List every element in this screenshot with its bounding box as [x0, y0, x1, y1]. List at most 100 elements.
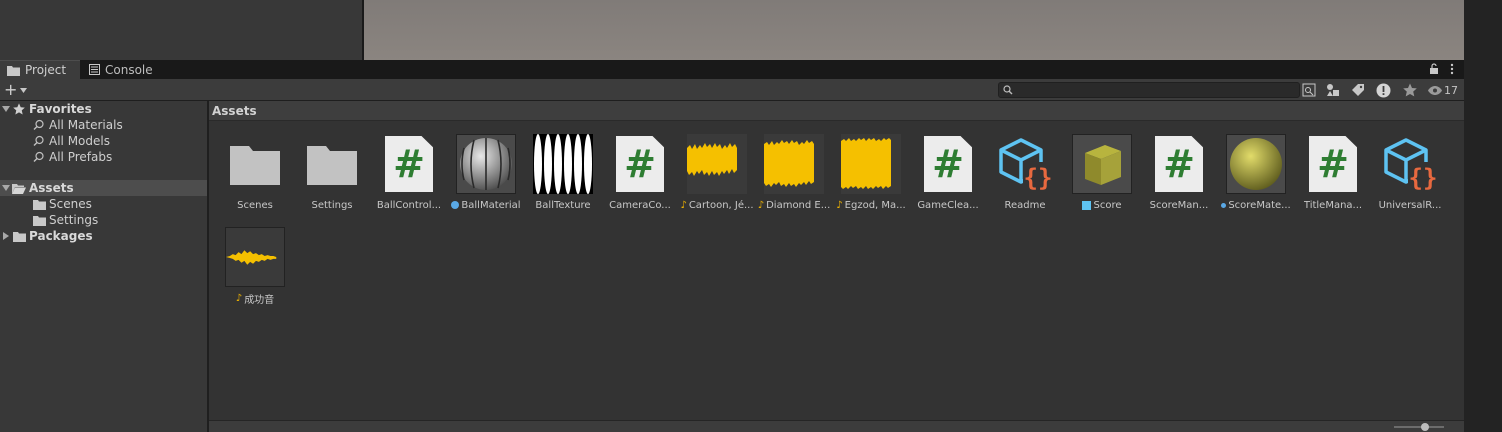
search-icon — [32, 150, 46, 164]
asset-label: BallTexture — [535, 199, 591, 211]
material-sphere-icon — [1226, 134, 1286, 194]
zoom-slider-handle[interactable] — [1421, 423, 1429, 431]
audio-clip-icon: ♪ — [680, 199, 687, 211]
tree-item-all-prefabs[interactable]: All Prefabs — [0, 149, 207, 165]
tab-project[interactable]: Project — [0, 60, 80, 79]
folder-icon — [302, 134, 362, 194]
hidden-packages-count[interactable]: 17 — [1428, 82, 1458, 98]
asset-audio-success[interactable]: ♪ 成功音 — [218, 227, 292, 311]
tree-label: Packages — [29, 229, 93, 243]
asset-label: CameraCo... — [609, 199, 671, 211]
assets-grid-panel: Assets Scenes Settings # BallControl... … — [209, 101, 1464, 432]
tree-label: Assets — [29, 181, 74, 195]
tree-item-all-materials[interactable]: All Materials — [0, 117, 207, 133]
asset-universalrenderer[interactable]: {} UniversalR... — [1373, 134, 1447, 218]
tree-label: Scenes — [49, 197, 92, 211]
audio-waveform-icon — [687, 134, 747, 194]
tab-bar: Project Console — [0, 60, 1464, 79]
json-asset-icon: {} — [1380, 134, 1440, 194]
asset-score-prefab[interactable]: Score — [1065, 134, 1139, 218]
asset-label: UniversalR... — [1378, 199, 1442, 211]
lock-icon[interactable] — [1428, 63, 1440, 75]
asset-settings[interactable]: Settings — [295, 134, 369, 218]
zoom-slider-track[interactable] — [1394, 426, 1444, 428]
audio-clip-icon: ♪ — [757, 199, 765, 211]
create-button[interactable]: + — [4, 81, 34, 99]
csharp-script-icon: # — [1303, 134, 1363, 194]
csharp-script-icon: # — [379, 134, 439, 194]
project-tree: Favorites All Materials All Models All P… — [0, 101, 207, 432]
csharp-script-icon: # — [1149, 134, 1209, 194]
search-by-type-icon[interactable] — [1301, 82, 1317, 98]
audio-waveform-icon — [841, 134, 901, 194]
asset-audio-cartoon[interactable]: ♪ Cartoon, Jé... — [680, 134, 754, 218]
tree-item-assets[interactable]: Assets — [0, 180, 207, 196]
folder-icon — [12, 229, 26, 243]
tree-label: All Prefabs — [49, 150, 113, 164]
kebab-menu-icon[interactable] — [1446, 63, 1458, 75]
asset-readme[interactable]: {} Readme — [988, 134, 1062, 218]
search-icon — [32, 118, 46, 132]
asset-titlemanager[interactable]: # TitleMana... — [1296, 134, 1370, 218]
breadcrumb-assets[interactable]: Assets — [212, 104, 257, 118]
hidden-count-label: 17 — [1444, 83, 1458, 97]
tree-label: All Models — [49, 134, 110, 148]
tree-item-scenes[interactable]: Scenes — [0, 196, 207, 212]
material-sphere-icon — [456, 134, 516, 194]
asset-label: Score — [1093, 199, 1122, 211]
folder-icon — [225, 134, 285, 194]
asset-scenes[interactable]: Scenes — [218, 134, 292, 218]
asset-gameclear[interactable]: # GameClea... — [911, 134, 985, 218]
csharp-script-icon: # — [610, 134, 670, 194]
console-icon — [89, 64, 100, 75]
tree-item-favorites[interactable]: Favorites — [0, 101, 207, 117]
open-folder-icon — [12, 181, 26, 195]
tree-label: Favorites — [29, 102, 92, 116]
search-icon — [1003, 85, 1013, 95]
asset-label: GameClea... — [917, 199, 979, 211]
asset-label: BallMaterial — [461, 199, 521, 211]
asset-label: Cartoon, Jé... — [688, 199, 754, 211]
csharp-script-icon: # — [918, 134, 978, 194]
asset-audio-egzod[interactable]: ♪ Egzod, Ma... — [834, 134, 908, 218]
folder-icon — [32, 197, 46, 211]
svg-text:{}: {} — [1409, 164, 1438, 192]
asset-ballcontroller[interactable]: # BallControl... — [372, 134, 446, 218]
tree-item-packages[interactable]: Packages — [0, 228, 207, 244]
search-input[interactable] — [998, 82, 1300, 98]
tree-item-settings[interactable]: Settings — [0, 212, 207, 228]
asset-label: TitleMana... — [1303, 199, 1363, 211]
asset-cameracontroller[interactable]: # CameraCo... — [603, 134, 677, 218]
asset-audio-diamond[interactable]: ♪ Diamond E... — [757, 134, 831, 218]
asset-balltexture[interactable]: BallTexture — [526, 134, 600, 218]
asset-label: Diamond E... — [766, 199, 831, 211]
warning-icon[interactable] — [1375, 82, 1391, 98]
hierarchy-panel — [0, 0, 362, 60]
favorite-star-icon[interactable] — [1402, 82, 1418, 98]
audio-clip-icon: ♪ — [836, 199, 843, 211]
asset-ballmaterial[interactable]: BallMaterial — [449, 134, 523, 218]
material-dot-icon — [1221, 202, 1227, 208]
tab-console-label: Console — [105, 62, 153, 77]
plus-icon: + — [4, 80, 18, 99]
tab-console[interactable]: Console — [82, 60, 182, 79]
cube-prefab-icon — [1072, 134, 1132, 194]
asset-label: Scenes — [237, 199, 273, 211]
search-icon — [32, 134, 46, 148]
asset-label: 成功音 — [244, 294, 275, 306]
scene-view[interactable] — [364, 0, 1464, 60]
tab-project-label: Project — [25, 63, 67, 77]
collapse-arrow-icon[interactable] — [0, 230, 12, 242]
asset-label: Settings — [311, 199, 353, 211]
audio-clip-icon: ♪ — [235, 292, 243, 304]
folder-icon — [32, 213, 46, 227]
folder-icon — [7, 65, 20, 76]
asset-scorematerial[interactable]: ScoreMate... — [1219, 134, 1293, 218]
asset-label: Readme — [1004, 199, 1046, 211]
expand-arrow-icon[interactable] — [0, 103, 12, 115]
asset-scoremanager[interactable]: # ScoreMan... — [1142, 134, 1216, 218]
filter-by-label-icon[interactable] — [1350, 82, 1366, 98]
expand-arrow-icon[interactable] — [0, 182, 12, 194]
tree-item-all-models[interactable]: All Models — [0, 133, 207, 149]
filter-by-type-icon[interactable] — [1325, 82, 1341, 98]
